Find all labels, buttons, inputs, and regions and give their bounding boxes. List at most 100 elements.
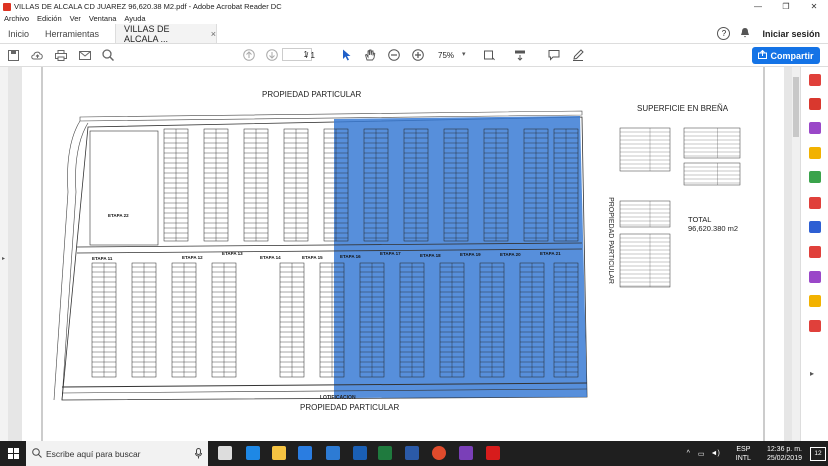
tab-close-icon[interactable]: × [211,29,216,39]
edge-icon[interactable] [246,446,260,460]
search-placeholder: Escribe aquí para buscar [46,448,141,459]
menu-ayuda[interactable]: Ayuda [124,14,145,23]
zoom-dropdown-icon[interactable]: ▾ [462,50,466,58]
top-property-label: PROPIEDAD PARTICULAR [262,90,362,99]
protect-icon[interactable] [809,221,821,233]
menu-ver[interactable]: Ver [70,14,81,23]
word-icon[interactable] [405,446,419,460]
close-button[interactable]: ✕ [800,0,828,13]
fit-page-icon[interactable] [482,48,496,62]
signin-link[interactable]: Iniciar sesión [762,29,820,39]
edit-pdf-icon[interactable] [809,122,821,134]
notifications-bell-icon[interactable] [740,27,750,40]
search-icon [32,448,42,460]
bottom-property-label: PROPIEDAD PARTICULAR [300,403,400,412]
scroll-mode-icon[interactable] [513,48,527,62]
create-pdf-icon[interactable] [809,98,821,110]
outlook-icon[interactable] [353,446,367,460]
pdf-page: ETAPA 22 ETAPA 11 ETAPA 12 ETAPA 13 ETAPA 14… [22,67,784,441]
left-panel-handle[interactable]: ▸ [0,67,8,441]
expand-left-icon[interactable]: ▸ [2,255,5,262]
account-area: ? Iniciar sesión [717,24,820,43]
pen-icon[interactable] [571,48,585,62]
share-button[interactable]: Compartir [752,47,820,64]
window-title: VILLAS DE ALCALA CD JUAREZ 96,620.38 M2.… [14,2,282,11]
scan-icon[interactable] [809,295,821,307]
zoom-in-icon[interactable] [411,48,425,62]
email-icon[interactable] [78,48,92,62]
taskbar: Escribe aquí para buscar ^ ▭ ◄) ESP INTL… [0,441,828,466]
help-icon[interactable]: ? [717,27,731,40]
title-bar: VILLAS DE ALCALA CD JUAREZ 96,620.38 M2.… [0,0,828,13]
etapa-label: ETAPA 16 [340,254,361,259]
tab-home[interactable]: Inicio [8,24,29,43]
search-icon[interactable] [101,48,115,62]
save-icon[interactable] [6,48,20,62]
menu-ventana[interactable]: Ventana [89,14,117,23]
more-tools-icon[interactable] [809,320,821,332]
tab-document-label: VILLAS DE ALCALA ... [124,23,170,44]
lang-layout: INTL [735,454,751,462]
store-icon[interactable] [298,446,312,460]
etapa-label: ETAPA 15 [302,255,323,260]
organize-pages-icon[interactable] [809,171,821,183]
share-label: Compartir [770,50,814,61]
upload-cloud-icon[interactable] [30,48,44,62]
side-property-label: PROPIEDAD PARTICULAR [606,197,614,284]
etapa-label: ETAPA 21 [540,251,561,256]
scroll-thumb[interactable] [793,77,799,137]
mail-icon[interactable] [326,446,340,460]
acrobat-taskbar-icon[interactable] [486,446,500,460]
send-for-signature-icon[interactable] [809,271,821,283]
site-plan-drawing: ETAPA 22 ETAPA 11 ETAPA 12 ETAPA 13 ETAPA 14… [41,67,765,441]
page-total: / 1 [306,51,315,60]
taskbar-search[interactable]: Escribe aquí para buscar [26,441,208,466]
hand-tool-icon[interactable] [363,48,377,62]
collapse-panel-icon[interactable]: ▸ [810,369,814,378]
volume-icon[interactable]: ◄) [711,450,720,457]
etapa-label: ETAPA 18 [420,253,441,258]
zoom-level[interactable]: 75% [438,51,454,60]
select-cursor-icon[interactable] [340,48,354,62]
app-icon[interactable] [459,446,473,460]
tab-document[interactable]: VILLAS DE ALCALA ... × [115,23,217,44]
etapa-label: ETAPA 19 [460,252,481,257]
zoom-out-icon[interactable] [387,48,401,62]
comment-icon[interactable] [547,48,561,62]
etapa-label: ETAPA 20 [500,252,521,257]
excel-icon[interactable] [378,446,392,460]
redact-icon[interactable] [809,246,821,258]
tab-bar: Inicio Herramientas VILLAS DE ALCALA ...… [0,24,828,44]
windows-start-icon[interactable] [8,448,19,462]
next-page-icon[interactable] [265,48,279,62]
menu-edicion[interactable]: Edición [37,14,62,23]
total-value: 96,620.380 m2 [688,224,739,233]
fill-sign-icon[interactable] [809,197,821,209]
tab-tools[interactable]: Herramientas [45,24,99,43]
etapa-label: ETAPA 14 [260,255,281,260]
export-pdf-icon[interactable] [809,74,821,86]
previous-page-icon[interactable] [242,48,256,62]
etapa-label: ETAPA 17 [380,251,401,256]
notification-center-icon[interactable]: 12 [810,446,826,461]
task-view-icon[interactable] [218,446,232,460]
menu-bar: Archivo Edición Ver Ventana Ayuda [0,13,828,24]
network-icon[interactable]: ▭ [698,450,705,458]
acrobat-icon [3,2,11,11]
clock-time: 12:36 p. m. [766,445,802,453]
comment-tool-icon[interactable] [809,147,821,159]
file-explorer-icon[interactable] [272,446,286,460]
maximize-button[interactable]: ❐ [772,0,800,13]
superficie-title: SUPERFICIE EN BREÑA [637,104,729,113]
menu-archivo[interactable]: Archivo [4,14,29,23]
chrome-icon[interactable] [432,446,446,460]
show-hidden-icon[interactable]: ^ [687,450,690,457]
etapa-label: ETAPA 22 [108,213,129,218]
share-icon [758,49,768,61]
microphone-icon[interactable] [195,448,202,461]
minimize-button[interactable]: — [744,0,772,13]
print-icon[interactable] [54,48,68,62]
language-indicator[interactable]: ESP INTL [736,445,751,463]
clock[interactable]: 12:36 p. m. 25/02/2019 [767,445,802,463]
vertical-scrollbar[interactable] [792,67,800,441]
